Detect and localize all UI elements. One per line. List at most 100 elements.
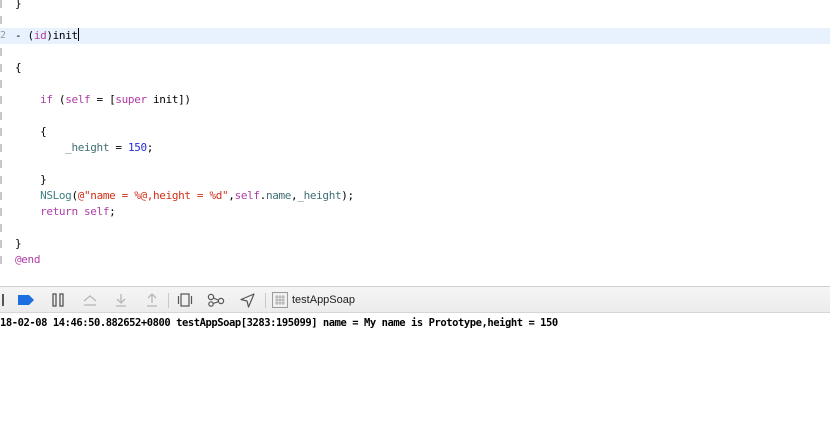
code-line[interactable]: { (0, 60, 830, 76)
code-token: - ( (15, 29, 34, 42)
code-token: self (234, 189, 260, 202)
breakpoint-toggle-icon (18, 295, 34, 305)
code-token: @"name = %@,height = %d" (77, 189, 229, 202)
code-token: 150 (127, 141, 147, 154)
location-arrow-icon (239, 292, 255, 308)
code-token: _height (65, 141, 110, 154)
memory-graph-icon (207, 293, 225, 307)
target-selector[interactable] (271, 287, 289, 313)
pause-button[interactable] (46, 287, 70, 313)
line-number: 2 (0, 30, 7, 41)
code-line[interactable] (0, 12, 830, 28)
code-token: = [ (90, 93, 116, 106)
code-line[interactable] (0, 44, 830, 60)
toolbar-separator (265, 293, 266, 308)
code-line[interactable] (0, 108, 830, 124)
gutter-marker (0, 0, 2, 8)
gutter-marker (0, 96, 2, 104)
code-line-current[interactable]: 2 - (id)init (0, 28, 830, 44)
app-target-icon (272, 292, 288, 308)
console-log-line: 18-02-08 14:46:50.882652+0800 testAppSoa… (0, 317, 558, 329)
code-token: { (15, 125, 47, 138)
step-into-icon (116, 294, 126, 307)
gutter-marker (0, 64, 2, 72)
gutter-marker (0, 160, 2, 168)
step-over-icon (83, 295, 97, 306)
code-line[interactable]: } (0, 0, 830, 12)
code-line[interactable]: return self; (0, 204, 830, 220)
gutter-marker (0, 224, 2, 232)
gutter-marker (0, 128, 2, 136)
code-text: _height = 150; (15, 140, 153, 156)
view-hierarchy-icon (177, 293, 193, 307)
gutter-marker (0, 144, 2, 152)
code-token: )init (46, 29, 78, 42)
debug-toolbar: testAppSoap (0, 286, 830, 313)
breakpoint-toggle-button[interactable] (14, 287, 38, 313)
gutter-marker (0, 240, 2, 248)
gutter-marker (0, 48, 2, 56)
gutter-marker (0, 112, 2, 120)
code-line[interactable] (0, 76, 830, 92)
step-out-icon (147, 293, 157, 307)
gutter-marker (0, 176, 2, 184)
gutter-marker (0, 80, 2, 88)
code-editor[interactable]: } 2- (id)init{ if (self = [super init]) {… (0, 0, 830, 286)
simulate-location-button[interactable] (235, 287, 259, 313)
panel-edge-icon (0, 287, 8, 313)
memory-graph-button[interactable] (204, 287, 228, 313)
text-caret (77, 28, 79, 41)
code-text: { (15, 60, 22, 76)
code-token: { (15, 61, 22, 74)
code-text: } (15, 236, 22, 252)
code-token: _height (297, 189, 342, 202)
code-token: super (115, 93, 147, 106)
code-token: ( (52, 93, 66, 106)
code-token: } (15, 173, 47, 186)
gutter-marker (0, 208, 2, 216)
step-over-button[interactable] (78, 287, 102, 313)
code-line[interactable]: } (0, 236, 830, 252)
code-line[interactable]: @end (0, 252, 830, 268)
code-line[interactable] (0, 220, 830, 236)
code-line[interactable]: NSLog(@"name = %@,height = %d",self.name… (0, 188, 830, 204)
code-token: } (15, 237, 22, 250)
code-text: return self; (15, 204, 116, 220)
toolbar-separator (168, 293, 169, 308)
code-token: = (109, 141, 128, 154)
code-line[interactable]: if (self = [super init]) (0, 92, 830, 108)
gutter-marker (0, 256, 2, 264)
code-token: if (40, 93, 53, 106)
code-token: ; (146, 141, 154, 154)
console-output-area[interactable]: 18-02-08 14:46:50.882652+0800 testAppSoa… (0, 313, 830, 434)
pause-icon (52, 293, 64, 307)
step-into-button[interactable] (109, 287, 133, 313)
code-token: ); (341, 189, 354, 202)
code-text: - (id)init (15, 28, 79, 44)
code-token: return (40, 205, 78, 218)
code-text: if (self = [super init]) (15, 92, 191, 108)
code-text: NSLog(@"name = %@,height = %d",self.name… (15, 188, 354, 204)
code-token: init]) (146, 93, 191, 106)
code-line[interactable]: } (0, 172, 830, 188)
code-text: } (15, 0, 22, 12)
code-text: { (15, 124, 47, 140)
view-debugger-button[interactable] (173, 287, 197, 313)
code-line[interactable]: _height = 150; (0, 140, 830, 156)
code-token: ; (109, 205, 116, 218)
gutter-marker (0, 16, 2, 24)
code-line[interactable] (0, 156, 830, 172)
code-line[interactable]: { (0, 124, 830, 140)
code-token: self (84, 205, 110, 218)
code-text: } (15, 172, 47, 188)
target-name[interactable]: testAppSoap (292, 287, 355, 313)
code-token: self (65, 93, 91, 106)
code-token: @end (15, 253, 41, 266)
code-token: name (265, 189, 292, 202)
code-token: } (15, 0, 22, 10)
step-out-button[interactable] (140, 287, 164, 313)
code-text: @end (15, 252, 40, 268)
gutter-marker (0, 192, 2, 200)
